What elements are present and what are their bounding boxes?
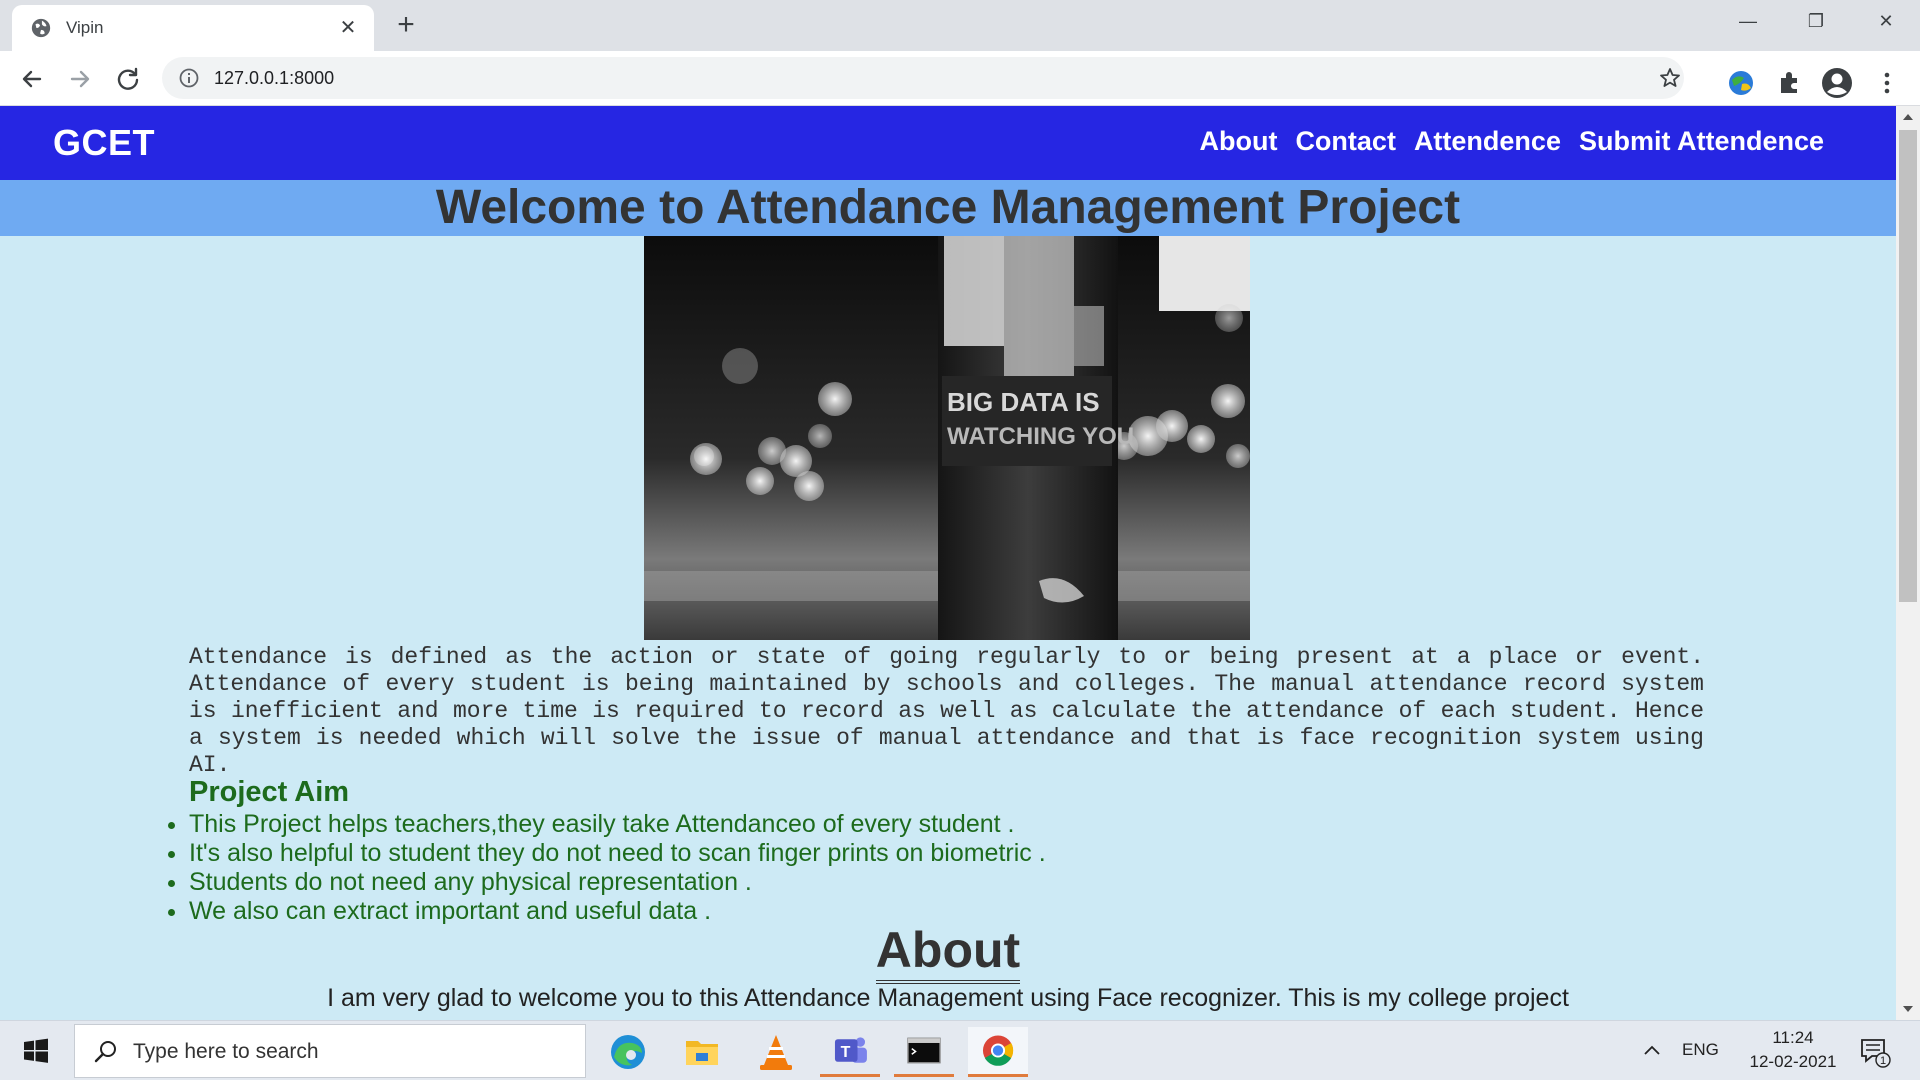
vlc-icon[interactable] <box>746 1027 806 1077</box>
teams-icon[interactable]: T <box>820 1027 880 1077</box>
chrome-icon[interactable] <box>968 1027 1028 1077</box>
window-close-button[interactable]: ✕ <box>1866 6 1906 36</box>
site-brand[interactable]: GCET <box>53 122 155 164</box>
file-explorer-icon[interactable] <box>672 1027 732 1077</box>
about-text: I am very glad to welcome you to this At… <box>327 984 1569 1012</box>
clock-date: 12-02-2021 <box>1749 1052 1837 1071</box>
maximize-button[interactable]: ❐ <box>1796 6 1836 36</box>
browser-tab[interactable]: Vipin ✕ <box>12 5 374 51</box>
notification-count: 1 <box>1880 1055 1886 1067</box>
about-heading: About <box>875 922 1021 984</box>
new-tab-button[interactable]: + <box>390 10 422 42</box>
page-title: Welcome to Attendance Management Project <box>435 181 1461 234</box>
tab-close-icon[interactable]: ✕ <box>336 16 360 40</box>
address-bar[interactable]: 127.0.0.1:8000 <box>162 57 1684 99</box>
extensions-puzzle-icon[interactable] <box>1772 66 1806 100</box>
browser-tabstrip: Vipin ✕ + — ❐ ✕ <box>0 0 1920 51</box>
scroll-down-icon[interactable] <box>1896 998 1920 1020</box>
scroll-up-icon[interactable] <box>1896 106 1920 128</box>
list-item: Students do not need any physical repres… <box>189 868 1046 897</box>
browser-menu-icon[interactable] <box>1870 66 1904 100</box>
svg-text:T: T <box>841 1044 851 1061</box>
about-heading-wrap: About <box>0 922 1896 984</box>
search-icon <box>94 1041 116 1063</box>
edge-icon[interactable] <box>598 1027 658 1077</box>
nav-links: About Contact Attendence Submit Attenden… <box>1199 126 1824 157</box>
hero-image: BIG DATA IS WATCHING YOU <box>644 236 1250 640</box>
search-placeholder: Type here to search <box>133 1040 319 1063</box>
notification-icon[interactable]: 1 <box>1856 1033 1892 1069</box>
info-icon[interactable] <box>178 67 200 89</box>
url-text[interactable]: 127.0.0.1:8000 <box>214 68 334 89</box>
back-arrow-icon[interactable] <box>14 61 50 97</box>
image-sticker-text: BIG DATA IS <box>947 387 1100 417</box>
nav-link-attendence[interactable]: Attendence <box>1414 126 1561 157</box>
reload-icon[interactable] <box>110 61 146 97</box>
nav-link-about[interactable]: About <box>1199 126 1277 157</box>
clock-time: 11:24 <box>1772 1028 1814 1047</box>
windows-taskbar: Type here to search T ENG 11:24 12-02-20… <box>0 1020 1920 1080</box>
list-item: This Project helps teachers,they easily … <box>189 810 1046 839</box>
extension-globe-icon[interactable] <box>1724 66 1758 100</box>
profile-avatar-icon[interactable] <box>1820 66 1854 100</box>
nav-link-submit-attendence[interactable]: Submit Attendence <box>1579 126 1824 157</box>
intro-paragraph: Attendance is defined as the action or s… <box>189 644 1704 778</box>
list-item: It's also helpful to student they do not… <box>189 839 1046 868</box>
tab-title: Vipin <box>66 18 104 37</box>
taskbar-search-box[interactable]: Type here to search <box>74 1024 586 1078</box>
site-navbar: GCET About Contact Attendence Submit Att… <box>0 106 1896 180</box>
terminal-icon[interactable] <box>894 1027 954 1077</box>
hero-banner: Welcome to Attendance Management Project <box>0 180 1896 236</box>
browser-toolbar: 127.0.0.1:8000 <box>0 51 1920 106</box>
page-viewport: GCET About Contact Attendence Submit Att… <box>0 106 1896 1020</box>
project-aim-heading: Project Aim <box>189 776 350 808</box>
image-sticker-text-2: WATCHING YOU <box>947 423 1134 450</box>
globe-icon <box>31 18 51 38</box>
bookmark-star-icon[interactable] <box>1658 66 1682 90</box>
clock[interactable]: 11:24 12-02-2021 <box>1738 1026 1848 1074</box>
forward-arrow-icon[interactable] <box>62 61 98 97</box>
page-scrollbar[interactable] <box>1896 106 1920 1020</box>
project-aim-list: This Project helps teachers,they easily … <box>189 810 1046 926</box>
windows-start-icon[interactable] <box>12 1033 60 1069</box>
scroll-thumb[interactable] <box>1899 130 1917 602</box>
minimize-button[interactable]: — <box>1728 6 1768 36</box>
chevron-up-icon[interactable] <box>1640 1039 1664 1063</box>
language-indicator[interactable]: ENG <box>1682 1040 1719 1060</box>
nav-link-contact[interactable]: Contact <box>1295 126 1396 157</box>
